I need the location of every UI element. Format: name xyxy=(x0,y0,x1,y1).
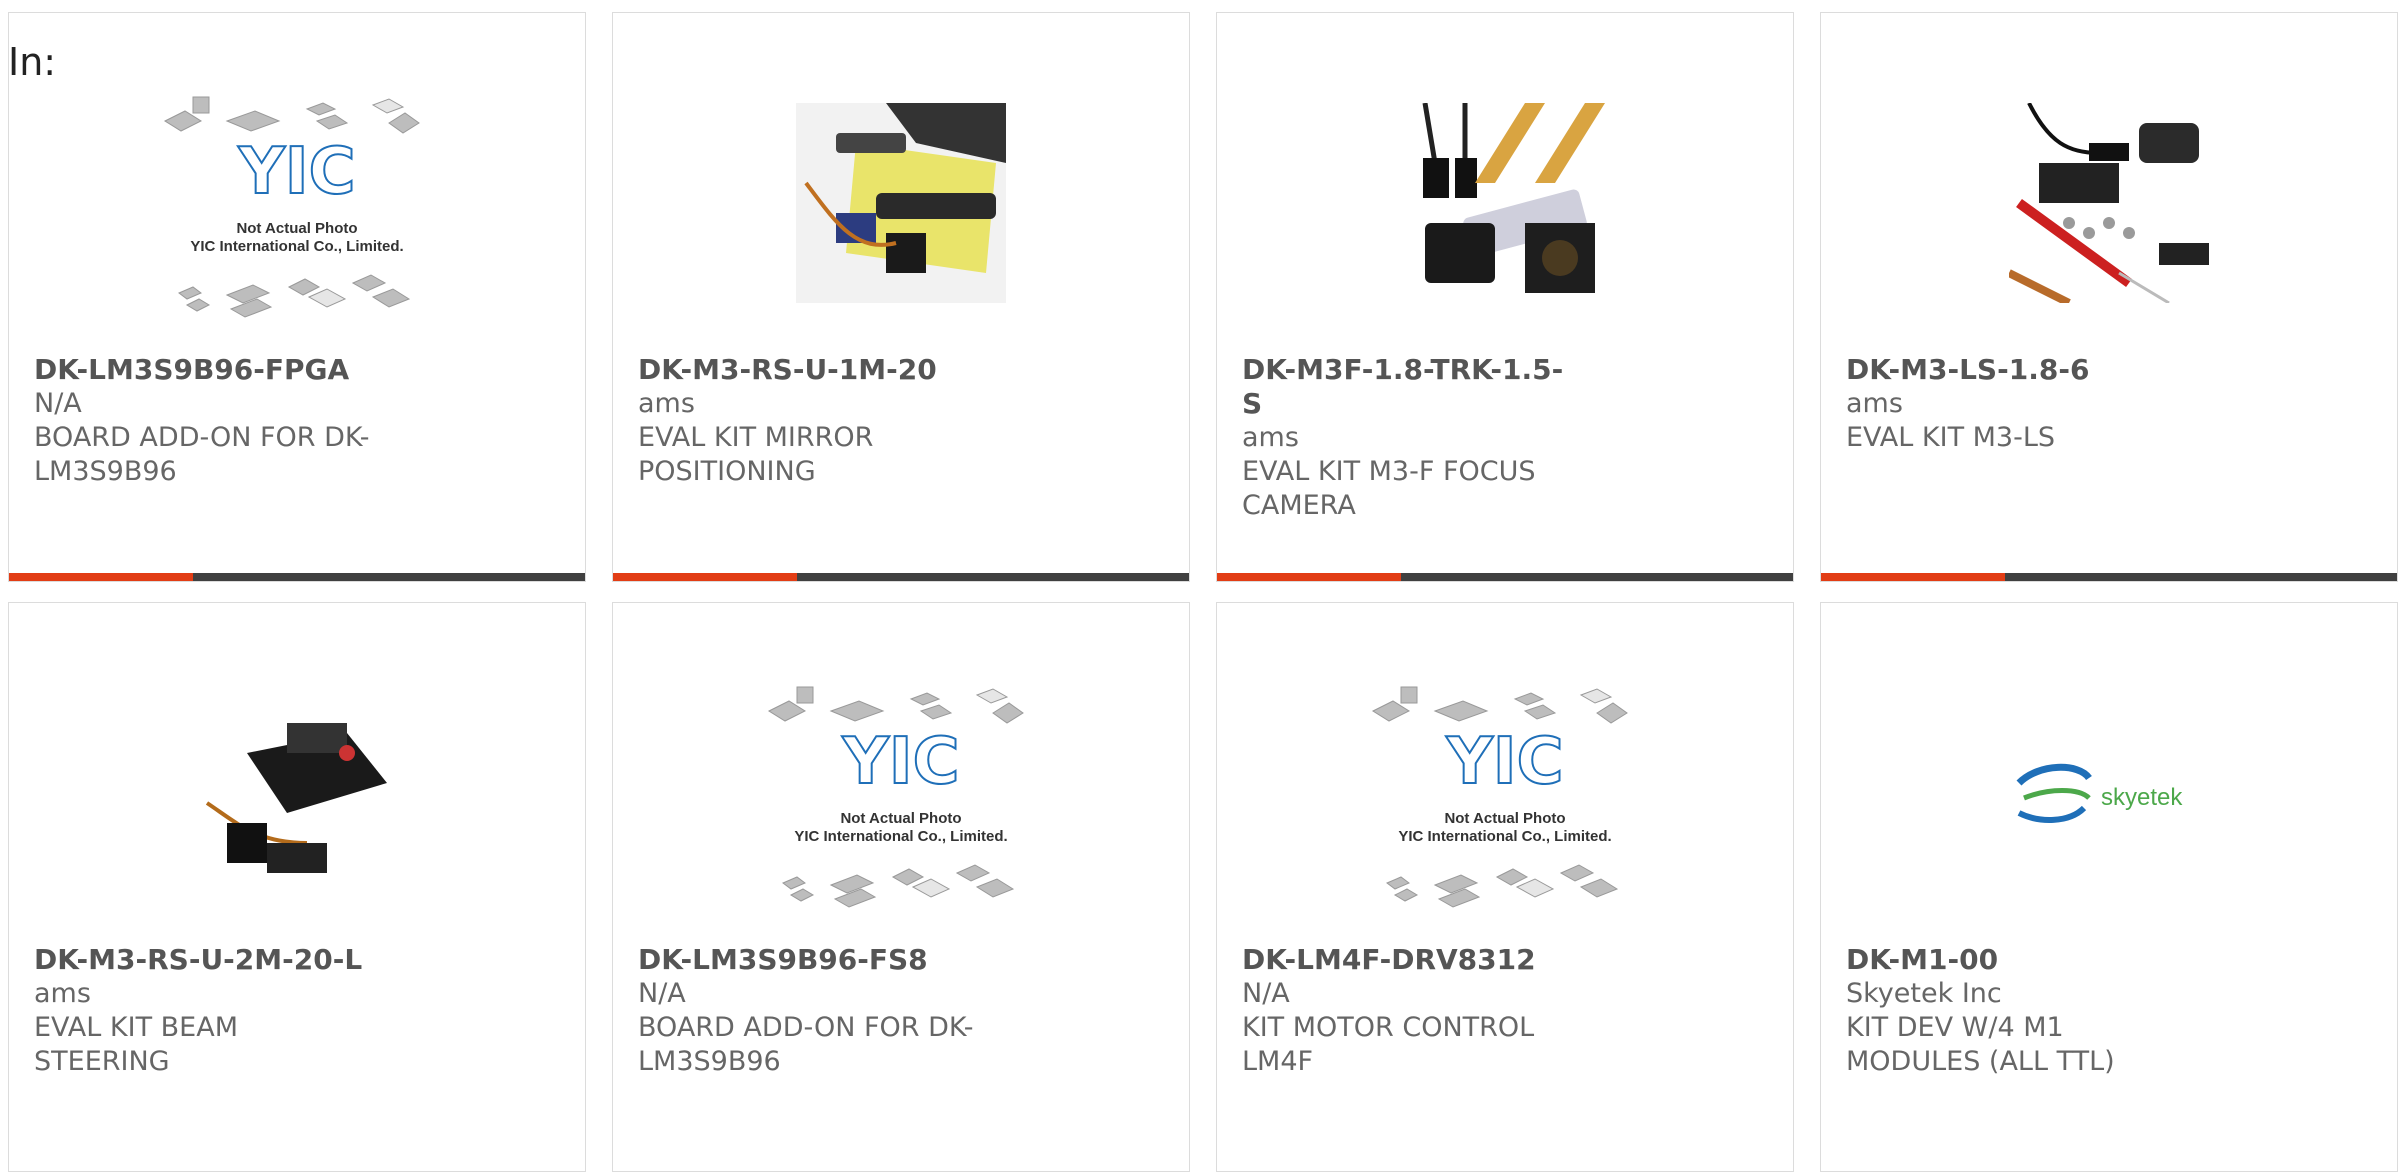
product-image-placeholder: YIC Not Actual Photo YIC International C… xyxy=(9,73,585,333)
product-card[interactable]: YIC Not Actual Photo YIC International C… xyxy=(8,12,586,582)
mirror-kit-photo xyxy=(796,103,1006,303)
product-card[interactable]: DK-M3-RS-U-2M-20-L ams EVAL KIT BEAM STE… xyxy=(8,602,586,1172)
product-image xyxy=(1821,73,2397,333)
product-part-number[interactable]: DK-M1-00 xyxy=(1846,943,2186,977)
svg-text:Not Actual Photo: Not Actual Photo xyxy=(236,220,357,237)
product-manufacturer: ams xyxy=(638,388,695,419)
product-manufacturer: ams xyxy=(1846,388,1903,419)
product-description: KIT MOTOR CONTROL LM4F xyxy=(1242,1012,1535,1077)
product-info: DK-LM4F-DRV8312 N/A KIT MOTOR CONTROL LM… xyxy=(1242,943,1582,1079)
product-image xyxy=(1217,73,1793,333)
product-image: skyetek xyxy=(1821,663,2397,923)
card-footer-bar xyxy=(9,573,585,581)
product-image xyxy=(613,73,1189,333)
product-grid: YIC Not Actual Photo YIC International C… xyxy=(8,12,2400,1172)
card-footer-bar xyxy=(1821,573,2397,581)
product-part-number[interactable]: DK-LM4F-DRV8312 xyxy=(1242,943,1582,977)
svg-text:Not Actual Photo: Not Actual Photo xyxy=(1444,810,1565,827)
card-footer-bar xyxy=(613,573,1189,581)
product-description: KIT DEV W/4 M1 MODULES (ALL TTL) xyxy=(1846,1012,2115,1077)
skyetek-logo-icon: skyetek xyxy=(2016,763,2183,823)
not-actual-photo-image: YIC Not Actual Photo YIC International C… xyxy=(163,96,420,318)
card-footer-accent xyxy=(1217,573,1401,581)
svg-text:Not Actual Photo: Not Actual Photo xyxy=(840,810,961,827)
product-info: DK-LM3S9B96-FS8 N/A BOARD ADD-ON FOR DK-… xyxy=(638,943,978,1079)
product-card[interactable]: DK-M3-LS-1.8-6 ams EVAL KIT M3-LS xyxy=(1820,12,2398,582)
product-manufacturer: N/A xyxy=(1242,978,1290,1009)
card-footer-accent xyxy=(613,573,797,581)
ls-kit-photo xyxy=(2009,103,2209,303)
card-footer-bar xyxy=(1217,573,1793,581)
product-part-number[interactable]: DK-M3-RS-U-1M-20 xyxy=(638,353,978,387)
card-footer-accent xyxy=(9,573,193,581)
product-part-number[interactable]: DK-M3-RS-U-2M-20-L xyxy=(34,943,374,977)
svg-text:YIC: YIC xyxy=(1445,725,1563,799)
product-info: DK-M3-RS-U-2M-20-L ams EVAL KIT BEAM STE… xyxy=(34,943,374,1079)
product-part-number[interactable]: DK-M3F-1.8-TRK-1.5-S xyxy=(1242,353,1582,421)
camera-kit-photo xyxy=(1422,103,1605,293)
product-manufacturer: N/A xyxy=(34,388,82,419)
product-part-number[interactable]: DK-LM3S9B96-FS8 xyxy=(638,943,978,977)
product-card[interactable]: YIC Not Actual Photo YIC International C… xyxy=(612,602,1190,1172)
product-image-placeholder: YIC Not Actual Photo YIC International C… xyxy=(1217,663,1793,923)
product-info: DK-M3F-1.8-TRK-1.5-S ams EVAL KIT M3-F F… xyxy=(1242,353,1582,523)
product-info: DK-M3-RS-U-1M-20 ams EVAL KIT MIRROR POS… xyxy=(638,353,978,489)
product-image-placeholder: YIC Not Actual Photo YIC International C… xyxy=(613,663,1189,923)
in-filter-label: In: xyxy=(8,40,57,84)
product-info: DK-M1-00 Skyetek Inc KIT DEV W/4 M1 MODU… xyxy=(1846,943,2186,1079)
product-info: DK-M3-LS-1.8-6 ams EVAL KIT M3-LS xyxy=(1846,353,2186,455)
card-footer-accent xyxy=(1821,573,2005,581)
product-description: EVAL KIT MIRROR POSITIONING xyxy=(638,422,874,487)
product-manufacturer: Skyetek Inc xyxy=(1846,978,2002,1009)
product-manufacturer: ams xyxy=(1242,422,1299,453)
product-card[interactable]: DK-M3F-1.8-TRK-1.5-S ams EVAL KIT M3-F F… xyxy=(1216,12,1794,582)
product-manufacturer: ams xyxy=(34,978,91,1009)
svg-text:YIC International Co., Limited: YIC International Co., Limited. xyxy=(190,238,403,255)
product-description: BOARD ADD-ON FOR DK-LM3S9B96 xyxy=(638,1012,974,1077)
product-description: EVAL KIT BEAM STEERING xyxy=(34,1012,238,1077)
not-actual-photo-image: YIC Not Actual Photo YIC International C… xyxy=(767,686,1024,908)
product-description: EVAL KIT M3-LS xyxy=(1846,422,2056,453)
product-info: DK-LM3S9B96-FPGA N/A BOARD ADD-ON FOR DK… xyxy=(34,353,374,489)
svg-text:skyetek: skyetek xyxy=(2101,784,2183,811)
product-description: BOARD ADD-ON FOR DK-LM3S9B96 xyxy=(34,422,370,487)
product-description: EVAL KIT M3-F FOCUS CAMERA xyxy=(1242,456,1536,521)
svg-text:YIC: YIC xyxy=(237,135,355,209)
product-part-number[interactable]: DK-LM3S9B96-FPGA xyxy=(34,353,374,387)
product-card[interactable]: YIC Not Actual Photo YIC International C… xyxy=(1216,602,1794,1172)
product-card[interactable]: DK-M3-RS-U-1M-20 ams EVAL KIT MIRROR POS… xyxy=(612,12,1190,582)
not-actual-photo-image: YIC Not Actual Photo YIC International C… xyxy=(1371,686,1628,908)
product-card[interactable]: skyetek DK-M1-00 Skyetek Inc KIT DEV W/4… xyxy=(1820,602,2398,1172)
product-manufacturer: N/A xyxy=(638,978,686,1009)
svg-text:YIC International Co., Limited: YIC International Co., Limited. xyxy=(794,828,1007,845)
beam-kit-photo xyxy=(205,723,387,873)
product-image xyxy=(9,663,585,923)
product-part-number[interactable]: DK-M3-LS-1.8-6 xyxy=(1846,353,2186,387)
svg-text:YIC: YIC xyxy=(841,725,959,799)
svg-text:YIC International Co., Limited: YIC International Co., Limited. xyxy=(1398,828,1611,845)
